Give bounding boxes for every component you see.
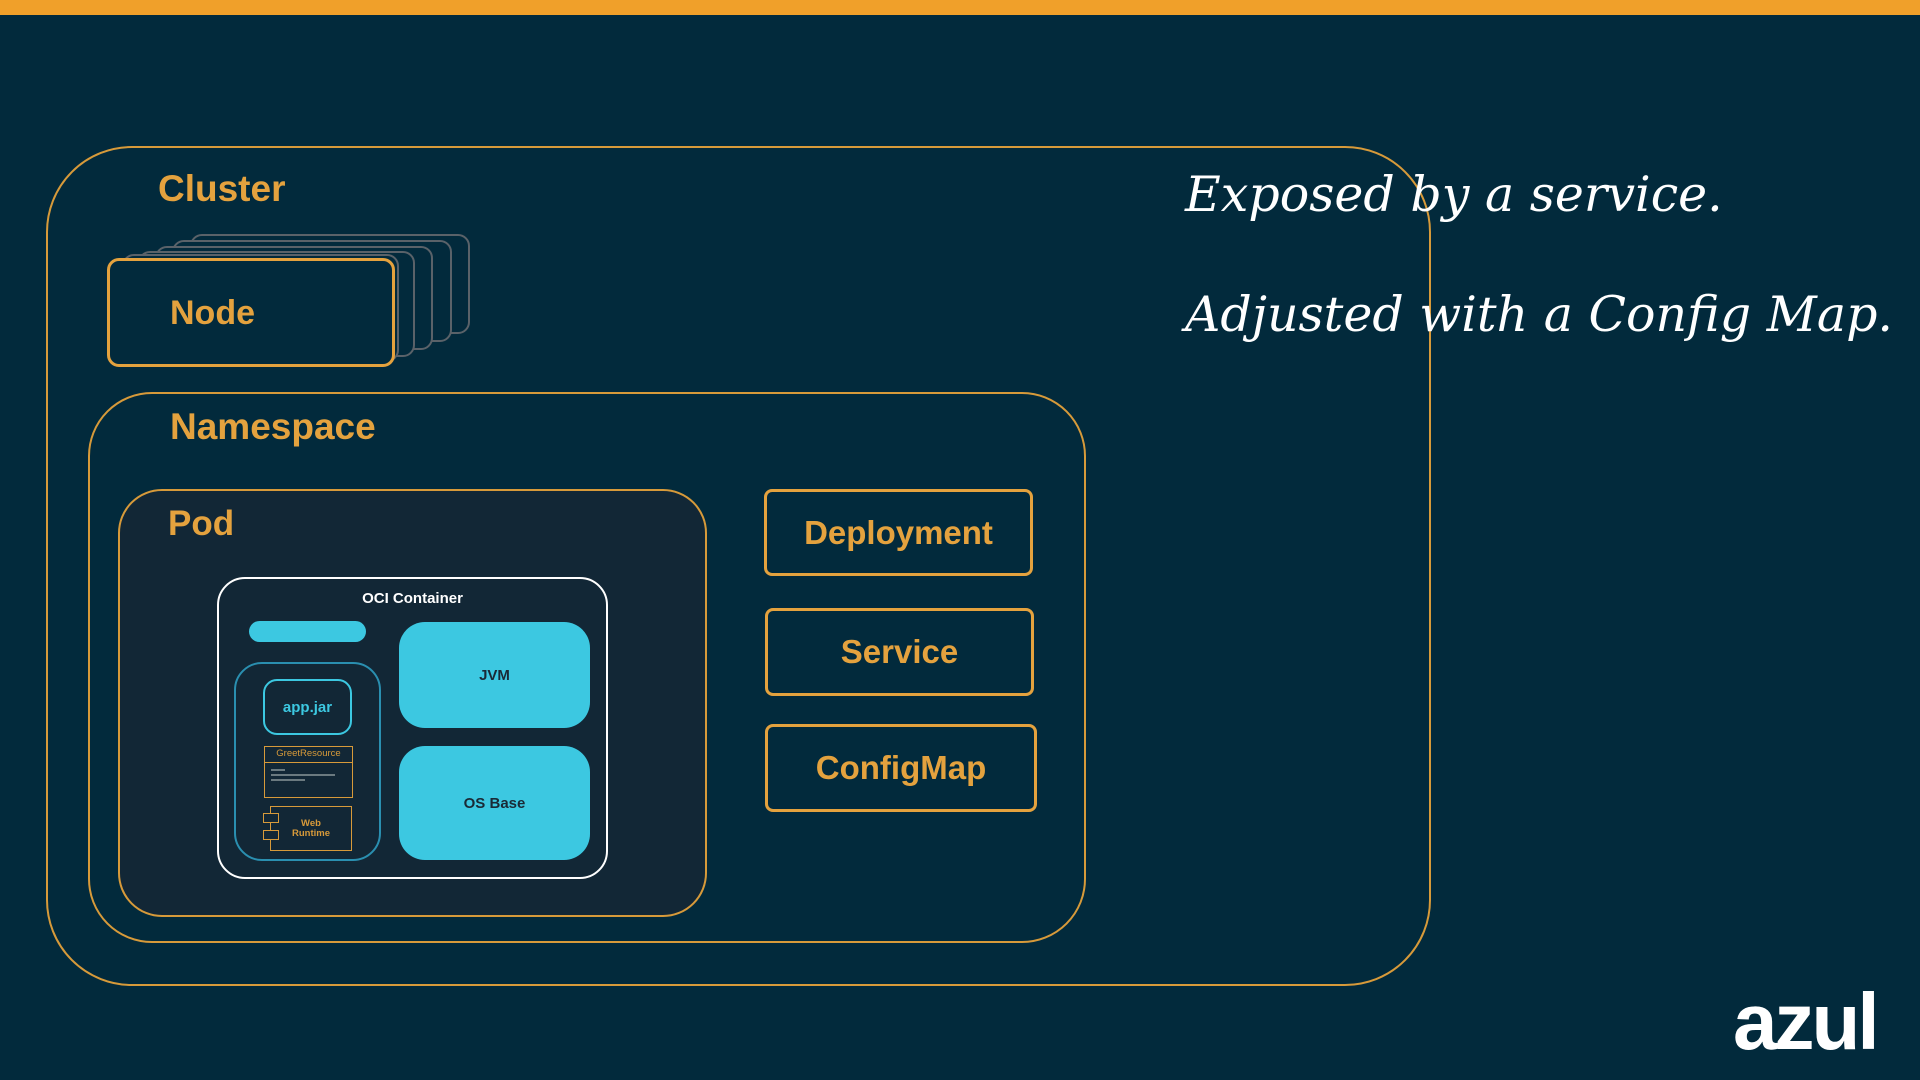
component-tab-icon [263, 830, 279, 840]
pod-label: Pod [168, 504, 235, 543]
web-runtime-box: Web Runtime [270, 806, 352, 851]
web-runtime-label: Web Runtime [292, 817, 330, 839]
configmap-box: ConfigMap [765, 724, 1037, 812]
azul-logo: azul [1733, 977, 1880, 1066]
service-box: Service [765, 608, 1034, 696]
code-line [271, 774, 335, 776]
cluster-label: Cluster [158, 168, 286, 209]
caption-adjusted: Adjusted with a Config Map. [1185, 286, 1894, 343]
jvm-layer: JVM [399, 622, 590, 728]
top-accent-bar [0, 0, 1920, 15]
os-base-layer: OS Base [399, 746, 590, 860]
component-tab-icon [263, 813, 279, 823]
caption-exposed: Exposed by a service. [1185, 166, 1723, 223]
deployment-box: Deployment [764, 489, 1033, 576]
app-jar-box: app.jar [263, 679, 352, 735]
code-line [271, 779, 305, 781]
greet-resource-title: GreetResource [265, 747, 352, 763]
container-layer-bar [249, 621, 366, 642]
node-label: Node [170, 294, 255, 332]
namespace-label: Namespace [170, 406, 376, 447]
code-line [271, 769, 285, 771]
oci-container-label: OCI Container [362, 590, 463, 607]
greet-resource-box: GreetResource [264, 746, 353, 798]
